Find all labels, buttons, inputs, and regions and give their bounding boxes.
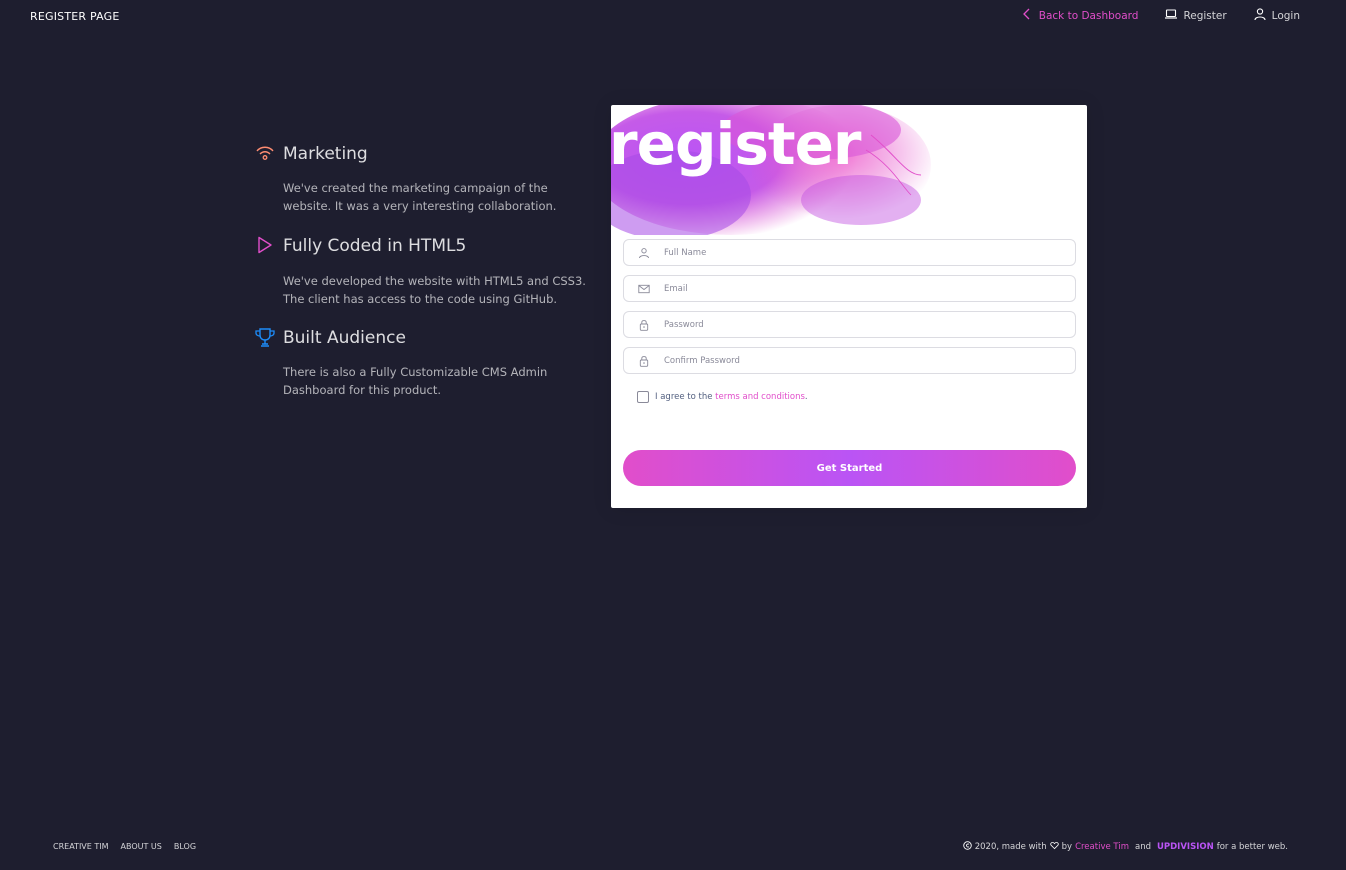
- back-to-dashboard-label: Back to Dashboard: [1038, 9, 1139, 22]
- play-icon: [255, 236, 275, 256]
- copyright-suffix: for a better web.: [1216, 842, 1288, 852]
- navbar: REGISTER PAGE Back to Dashboard Register…: [0, 0, 1346, 34]
- heart-icon: [1049, 841, 1059, 853]
- full-name-field: [623, 239, 1076, 266]
- terms-checkbox[interactable]: [637, 391, 649, 403]
- register-link-label: Register: [1183, 9, 1227, 22]
- footer-link-creative-tim[interactable]: CREATIVE TIM: [53, 842, 109, 851]
- get-started-button[interactable]: Get Started: [623, 450, 1076, 486]
- copyright-by: by: [1061, 842, 1073, 852]
- copyright-year: 2020, made with: [974, 842, 1047, 852]
- footer-links: CREATIVE TIM ABOUT US BLOG: [53, 842, 196, 851]
- copyright-icon: [963, 841, 972, 853]
- back-to-dashboard-link[interactable]: Back to Dashboard: [1020, 7, 1139, 24]
- partner-link[interactable]: UPDIVISION: [1157, 842, 1214, 852]
- copyright-and: and: [1134, 842, 1151, 852]
- info-description: There is also a Fully Customizable CMS A…: [283, 365, 548, 397]
- copyright: 2020, made with by Creative Tim and UPDI…: [963, 841, 1288, 853]
- confirm-password-input[interactable]: [664, 348, 1075, 373]
- confirm-password-field: [623, 347, 1076, 374]
- user-icon: [1253, 7, 1267, 24]
- envelope-icon: [624, 276, 664, 301]
- terms-agreement: I agree to the terms and conditions.: [637, 391, 808, 403]
- card-title: register: [611, 110, 862, 178]
- password-field: [623, 311, 1076, 338]
- register-card: register I agree to the terms and condit…: [611, 105, 1087, 508]
- info-description: We've developed the website with HTML5 a…: [283, 274, 586, 306]
- card-header: register: [611, 105, 1087, 235]
- footer-link-about-us[interactable]: ABOUT US: [121, 842, 162, 851]
- chevron-left-icon: [1020, 7, 1034, 24]
- terms-link[interactable]: terms and conditions: [715, 392, 805, 402]
- info-title: Fully Coded in HTML5: [283, 236, 467, 256]
- email-input[interactable]: [664, 276, 1075, 301]
- info-title: Marketing: [283, 144, 368, 164]
- navbar-links: Back to Dashboard Register Login: [1020, 7, 1300, 24]
- info-description: We've created the marketing campaign of …: [283, 181, 557, 213]
- navbar-brand[interactable]: REGISTER PAGE: [30, 10, 120, 23]
- footer-link-blog[interactable]: BLOG: [174, 842, 196, 851]
- footer: CREATIVE TIM ABOUT US BLOG 2020, made wi…: [0, 838, 1346, 858]
- lock-icon: [624, 312, 664, 337]
- lock-icon: [624, 348, 664, 373]
- trophy-icon: [255, 328, 275, 348]
- info-title: Built Audience: [283, 328, 406, 348]
- agree-suffix: .: [804, 392, 808, 402]
- register-link[interactable]: Register: [1164, 7, 1227, 24]
- author-link[interactable]: Creative Tim: [1075, 842, 1129, 852]
- wifi-icon: [255, 144, 275, 164]
- user-icon: [624, 240, 664, 265]
- login-link-label: Login: [1271, 9, 1300, 22]
- login-link[interactable]: Login: [1253, 7, 1300, 24]
- agree-text: I agree to the terms and conditions.: [655, 392, 808, 402]
- email-field: [623, 275, 1076, 302]
- password-input[interactable]: [664, 312, 1075, 337]
- agree-prefix: I agree to the: [655, 392, 713, 402]
- laptop-icon: [1164, 7, 1178, 24]
- full-name-input[interactable]: [664, 240, 1075, 265]
